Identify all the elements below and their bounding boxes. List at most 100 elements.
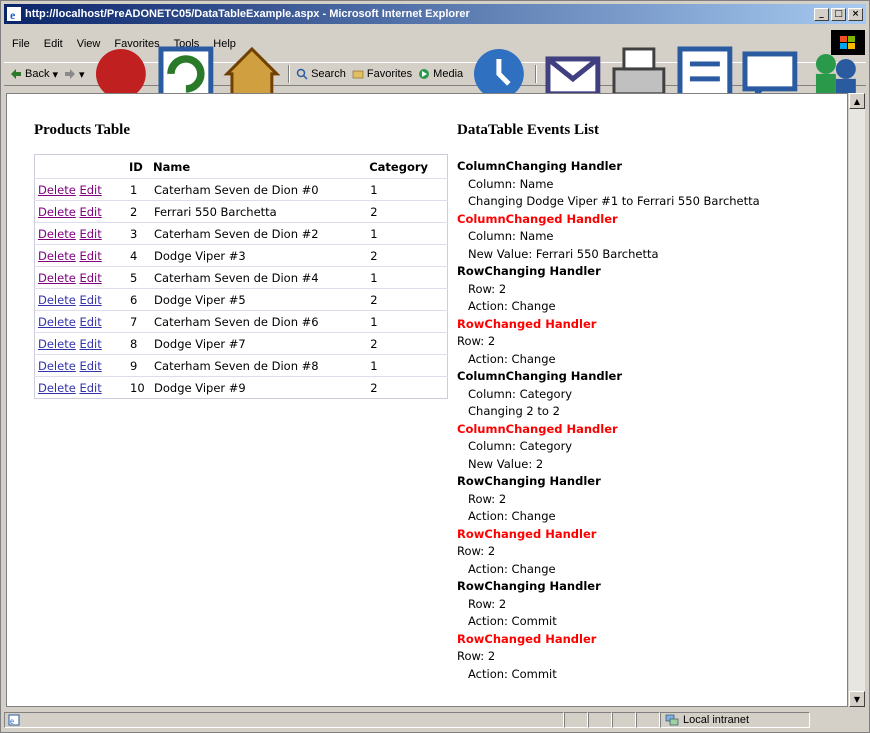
event-detail-line: Row: 2 bbox=[457, 649, 496, 663]
delete-link[interactable]: Delete bbox=[38, 381, 76, 395]
search-icon bbox=[296, 68, 308, 80]
security-zone-panel: Local intranet bbox=[660, 712, 810, 728]
table-row: Delete Edit 1 Caterham Seven de Dion #0 1 bbox=[34, 178, 448, 201]
scroll-down-button[interactable]: ▼ bbox=[849, 691, 865, 707]
event-detail-line: Column: Name bbox=[468, 176, 554, 191]
products-table: ID Name Category Delete Edit 1 Caterham Se… bbox=[34, 154, 448, 399]
table-row: Delete Edit 6 Dodge Viper #5 2 bbox=[34, 288, 448, 311]
cell-category: 1 bbox=[367, 178, 448, 201]
events-list: ColumnChanging Handler Column: Name Changi… bbox=[457, 158, 760, 683]
delete-link[interactable]: Delete bbox=[38, 205, 76, 219]
column-header-name: Name bbox=[153, 160, 191, 174]
favorites-button[interactable]: Favorites bbox=[352, 68, 412, 80]
delete-link[interactable]: Delete bbox=[38, 183, 76, 197]
cell-name: Dodge Viper #7 bbox=[151, 332, 368, 355]
event-detail-line: Row: 2 bbox=[468, 281, 507, 296]
status-panel bbox=[588, 712, 612, 728]
media-label: Media bbox=[433, 68, 464, 80]
forward-button[interactable]: ▾ bbox=[64, 68, 85, 81]
delete-link[interactable]: Delete bbox=[38, 315, 76, 329]
row-actions: Delete Edit bbox=[34, 178, 127, 201]
edit-link[interactable]: Edit bbox=[79, 227, 101, 241]
cell-id: 2 bbox=[127, 200, 151, 223]
search-button[interactable]: Search bbox=[296, 68, 346, 80]
table-row: Delete Edit 8 Dodge Viper #7 2 bbox=[34, 332, 448, 355]
table-row: Delete Edit 7 Caterham Seven de Dion #6 1 bbox=[34, 310, 448, 333]
cell-category: 2 bbox=[367, 200, 448, 223]
svg-text:e: e bbox=[10, 8, 16, 21]
event-detail-line: Column: Name bbox=[468, 229, 554, 243]
event-detail-line: New Value: Ferrari 550 Barchetta bbox=[468, 246, 659, 261]
column-header-id: ID bbox=[129, 160, 143, 174]
edit-link[interactable]: Edit bbox=[79, 271, 101, 285]
cell-id: 4 bbox=[127, 244, 151, 267]
scroll-up-button[interactable]: ▲ bbox=[849, 93, 865, 109]
edit-link[interactable]: Edit bbox=[79, 249, 101, 263]
svg-text:e: e bbox=[10, 716, 14, 726]
close-button[interactable]: × bbox=[848, 7, 863, 21]
table-row: Delete Edit 4 Dodge Viper #3 2 bbox=[34, 244, 448, 267]
edit-link[interactable]: Edit bbox=[79, 337, 101, 351]
event-detail-line: Action: Commit bbox=[468, 614, 557, 628]
minimize-button[interactable]: _ bbox=[814, 7, 829, 21]
row-actions: Delete Edit bbox=[34, 244, 127, 267]
delete-link[interactable]: Delete bbox=[38, 227, 76, 241]
event-handler-heading: RowChanging Handler bbox=[457, 264, 601, 278]
vertical-scrollbar[interactable]: ▲ ▼ bbox=[848, 93, 865, 707]
search-label: Search bbox=[311, 68, 346, 80]
favorites-label: Favorites bbox=[366, 68, 413, 80]
event-detail-line: New Value: 2 bbox=[468, 456, 544, 471]
page-icon: e bbox=[8, 714, 20, 726]
event-handler-heading-changed: ColumnChanged Handler bbox=[457, 421, 618, 436]
event-detail-line: Row: 2 bbox=[457, 544, 496, 558]
toolbar-separator bbox=[287, 65, 291, 83]
forward-dropdown-icon[interactable]: ▾ bbox=[79, 68, 85, 81]
cell-category: 2 bbox=[367, 244, 448, 267]
maximize-button[interactable]: □ bbox=[831, 7, 846, 21]
event-handler-heading-changed: RowChanged Handler bbox=[457, 631, 597, 646]
event-handler-heading-changed: RowChanged Handler bbox=[457, 316, 597, 331]
event-detail-line: Action: Change bbox=[468, 509, 556, 523]
edit-link[interactable]: Edit bbox=[79, 315, 101, 329]
edit-link[interactable]: Edit bbox=[79, 381, 101, 395]
menu-file[interactable]: File bbox=[4, 38, 37, 50]
event-handler-heading: ColumnChanging Handler bbox=[457, 369, 623, 383]
event-handler-heading: RowChanging Handler bbox=[457, 474, 601, 488]
cell-name: Dodge Viper #9 bbox=[151, 376, 368, 399]
cell-id: 1 bbox=[127, 178, 151, 201]
back-button[interactable]: Back ▾ bbox=[10, 68, 58, 81]
table-row: Delete Edit 9 Caterham Seven de Dion #8 1 bbox=[34, 354, 448, 377]
delete-link[interactable]: Delete bbox=[38, 293, 76, 307]
media-button[interactable]: Media bbox=[418, 68, 463, 80]
cell-category: 2 bbox=[367, 332, 448, 355]
browser-window: e http://localhost/PreADONETC05/DataTabl… bbox=[0, 0, 870, 733]
cell-name: Dodge Viper #5 bbox=[151, 288, 368, 311]
edit-link[interactable]: Edit bbox=[79, 293, 101, 307]
event-handler-heading: RowChanging Handler bbox=[457, 579, 601, 593]
edit-link[interactable]: Edit bbox=[79, 359, 101, 373]
event-detail-line: Changing Dodge Viper #1 to Ferrari 550 B… bbox=[468, 194, 760, 208]
delete-link[interactable]: Delete bbox=[38, 337, 76, 351]
delete-link[interactable]: Delete bbox=[38, 249, 76, 263]
event-handler-heading: ColumnChanging Handler bbox=[457, 159, 623, 173]
edit-link[interactable]: Edit bbox=[79, 183, 101, 197]
ie-logo-icon: e bbox=[7, 7, 21, 21]
cell-id: 7 bbox=[127, 310, 151, 333]
menu-edit[interactable]: Edit bbox=[37, 38, 70, 50]
cell-name: Caterham Seven de Dion #8 bbox=[151, 354, 368, 377]
row-actions: Delete Edit bbox=[34, 266, 127, 289]
cell-category: 1 bbox=[367, 354, 448, 377]
event-detail-line: Changing 2 to 2 bbox=[468, 404, 560, 418]
delete-link[interactable]: Delete bbox=[38, 271, 76, 285]
table-row: Delete Edit 2 Ferrari 550 Barchetta 2 bbox=[34, 200, 448, 223]
edit-link[interactable]: Edit bbox=[79, 205, 101, 219]
status-panel bbox=[564, 712, 588, 728]
cell-id: 8 bbox=[127, 332, 151, 355]
row-actions: Delete Edit bbox=[34, 288, 127, 311]
event-detail-line: Row: 2 bbox=[468, 491, 507, 506]
back-dropdown-icon[interactable]: ▾ bbox=[52, 68, 58, 81]
products-heading: Products Table bbox=[34, 122, 130, 138]
event-handler-heading-changed: RowChanged Handler bbox=[457, 526, 597, 541]
table-row: Delete Edit 5 Caterham Seven de Dion #4 1 bbox=[34, 266, 448, 289]
delete-link[interactable]: Delete bbox=[38, 359, 76, 373]
